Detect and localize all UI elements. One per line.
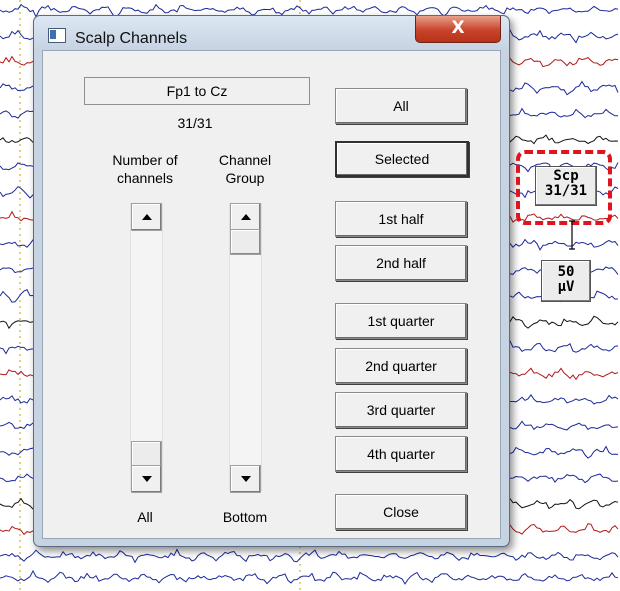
right-scroll-caption: Bottom — [222, 509, 268, 525]
selected-button[interactable]: Selected — [335, 141, 469, 177]
dialog-client-area: Fp1 to Cz 31/31 Number of channels Chann… — [42, 50, 501, 539]
scroll-thumb[interactable] — [131, 441, 162, 467]
highlight-callout — [516, 150, 612, 225]
dialog-title: Scalp Channels — [75, 30, 188, 47]
scroll-thumb[interactable] — [230, 229, 261, 255]
sensitivity-value: 50 — [557, 264, 575, 280]
eeg-trace — [0, 548, 619, 564]
all-button[interactable]: All — [335, 88, 467, 124]
text-cursor-icon — [569, 220, 575, 250]
arrow-up-icon — [240, 214, 251, 220]
scroll-down-button[interactable] — [230, 465, 261, 493]
first-half-button[interactable]: 1st half — [335, 201, 467, 237]
arrow-up-icon — [141, 214, 152, 220]
second-quarter-button[interactable]: 2nd quarter — [335, 348, 467, 384]
second-half-button[interactable]: 2nd half — [335, 245, 467, 281]
channel-group-label: Channel Group — [218, 152, 272, 186]
window-icon — [48, 28, 66, 43]
channel-count: 31/31 — [177, 115, 213, 131]
scalp-channels-dialog: Scalp Channels X Fp1 to Cz 31/31 Number … — [33, 15, 510, 547]
scroll-up-button[interactable] — [131, 203, 162, 231]
first-quarter-button[interactable]: 1st quarter — [335, 303, 467, 339]
third-quarter-button[interactable]: 3rd quarter — [335, 392, 467, 428]
arrow-down-icon — [240, 476, 251, 482]
sensitivity-button[interactable]: 50 µV — [541, 260, 591, 302]
arrow-down-icon — [141, 476, 152, 482]
fourth-quarter-button[interactable]: 4th quarter — [335, 436, 467, 472]
number-of-channels-scrollbar[interactable] — [130, 203, 163, 493]
channel-range-label: Fp1 to Cz — [84, 77, 310, 105]
scroll-up-button[interactable] — [230, 203, 261, 231]
number-of-channels-label: Number of channels — [112, 152, 178, 186]
channel-group-scrollbar[interactable] — [229, 203, 262, 493]
scroll-down-button[interactable] — [131, 465, 162, 493]
close-icon[interactable]: X — [415, 16, 501, 43]
sensitivity-unit: µV — [557, 279, 575, 295]
left-scroll-caption: All — [137, 509, 153, 525]
close-button[interactable]: Close — [335, 494, 467, 530]
title-bar[interactable]: Scalp Channels X — [34, 16, 509, 50]
eeg-trace — [0, 569, 619, 585]
